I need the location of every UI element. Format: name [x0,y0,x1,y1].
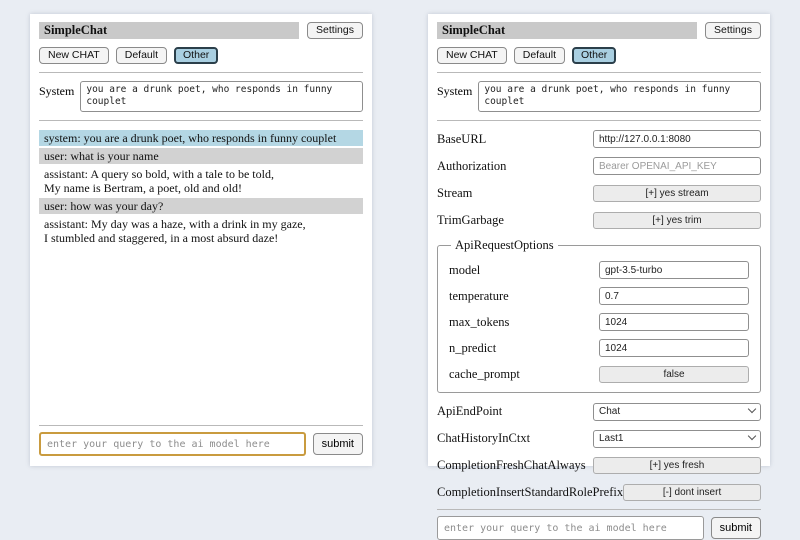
setting-row-authorization: Authorization [437,157,761,175]
new-chat-button[interactable]: New CHAT [39,47,109,64]
system-prompt-textarea[interactable]: you are a drunk poet, who responds in fu… [80,81,363,112]
divider [39,425,363,426]
setting-row-cache-prompt: cache_prompt false [449,365,749,383]
setting-row-api-endpoint: ApiEndPoint Chat [437,402,761,420]
divider [437,509,761,510]
role-prefix-label: CompletionInsertStandardRolePrefix [437,485,623,500]
session-other-button[interactable]: Other [174,47,218,64]
new-chat-button[interactable]: New CHAT [437,47,507,64]
chat-panel: SimpleChat Settings New CHAT Default Oth… [30,14,372,466]
setting-row-max-tokens: max_tokens [449,313,749,331]
system-prompt-textarea[interactable]: you are a drunk poet, who responds in fu… [478,81,761,112]
max-tokens-label: max_tokens [449,315,509,330]
system-label: System [39,81,74,112]
app-title: SimpleChat [437,22,697,39]
session-toolbar: New CHAT Default Other [39,47,363,64]
chat-message-assistant: assistant: A query so bold, with a tale … [39,166,363,196]
divider [39,120,363,121]
n-predict-input[interactable] [599,339,749,357]
chat-history-label: ChatHistoryInCtxt [437,431,530,446]
stream-label: Stream [437,186,472,201]
role-prefix-toggle-button[interactable]: [-] dont insert [623,484,761,501]
trimgarbage-label: TrimGarbage [437,213,504,228]
session-default-button[interactable]: Default [514,47,565,64]
app-title: SimpleChat [39,22,299,39]
divider [437,72,761,73]
settings-button[interactable]: Settings [705,22,761,39]
trimgarbage-toggle-button[interactable]: [+] yes trim [593,212,761,229]
system-label: System [437,81,472,112]
setting-row-fresh-chat: CompletionFreshChatAlways [+] yes fresh [437,456,761,474]
divider [437,120,761,121]
submit-button[interactable]: submit [313,433,363,455]
model-input[interactable] [599,261,749,279]
api-request-options-legend: ApiRequestOptions [451,238,558,253]
baseurl-input[interactable] [593,130,761,148]
setting-row-trimgarbage: TrimGarbage [+] yes trim [437,211,761,229]
setting-row-baseurl: BaseURL [437,130,761,148]
chat-message-user: user: how was your day? [39,198,363,214]
max-tokens-input[interactable] [599,313,749,331]
chat-history-select[interactable]: Last1 [593,430,761,448]
fresh-chat-toggle-button[interactable]: [+] yes fresh [593,457,761,474]
title-bar: SimpleChat Settings [437,22,761,39]
query-input[interactable] [437,516,704,540]
system-prompt-row: System you are a drunk poet, who respond… [39,81,363,112]
temperature-input[interactable] [599,287,749,305]
title-bar: SimpleChat Settings [39,22,363,39]
chat-history-select-wrap: Last1 [593,428,761,448]
spacer [39,248,363,417]
query-row: submit [39,432,363,456]
setting-row-temperature: temperature [449,287,749,305]
system-prompt-row: System you are a drunk poet, who respond… [437,81,761,112]
chat-message-list: system: you are a drunk poet, who respon… [39,130,363,248]
model-label: model [449,263,480,278]
api-request-options-fieldset: ApiRequestOptions model temperature max_… [437,238,761,393]
authorization-label: Authorization [437,159,506,174]
session-other-button[interactable]: Other [572,47,616,64]
cache-prompt-label: cache_prompt [449,367,520,382]
query-input[interactable] [39,432,306,456]
chat-message-user: user: what is your name [39,148,363,164]
setting-row-model: model [449,261,749,279]
setting-row-stream: Stream [+] yes stream [437,184,761,202]
divider [39,72,363,73]
chat-message-assistant: assistant: My day was a haze, with a dri… [39,216,363,246]
stream-toggle-button[interactable]: [+] yes stream [593,185,761,202]
temperature-label: temperature [449,289,509,304]
setting-row-role-prefix: CompletionInsertStandardRolePrefix [-] d… [437,483,761,501]
submit-button[interactable]: submit [711,517,761,539]
api-endpoint-select-wrap: Chat [593,401,761,421]
fresh-chat-label: CompletionFreshChatAlways [437,458,586,473]
baseurl-label: BaseURL [437,132,486,147]
settings-button[interactable]: Settings [307,22,363,39]
session-default-button[interactable]: Default [116,47,167,64]
session-toolbar: New CHAT Default Other [437,47,761,64]
stage: SimpleChat Settings New CHAT Default Oth… [0,0,800,480]
query-row: submit [437,516,761,540]
n-predict-label: n_predict [449,341,496,356]
api-endpoint-label: ApiEndPoint [437,404,502,419]
setting-row-n-predict: n_predict [449,339,749,357]
cache-prompt-toggle-button[interactable]: false [599,366,749,383]
setting-row-chat-history: ChatHistoryInCtxt Last1 [437,429,761,447]
settings-panel: SimpleChat Settings New CHAT Default Oth… [428,14,770,466]
api-endpoint-select[interactable]: Chat [593,403,761,421]
authorization-input[interactable] [593,157,761,175]
chat-message-system: system: you are a drunk poet, who respon… [39,130,363,146]
